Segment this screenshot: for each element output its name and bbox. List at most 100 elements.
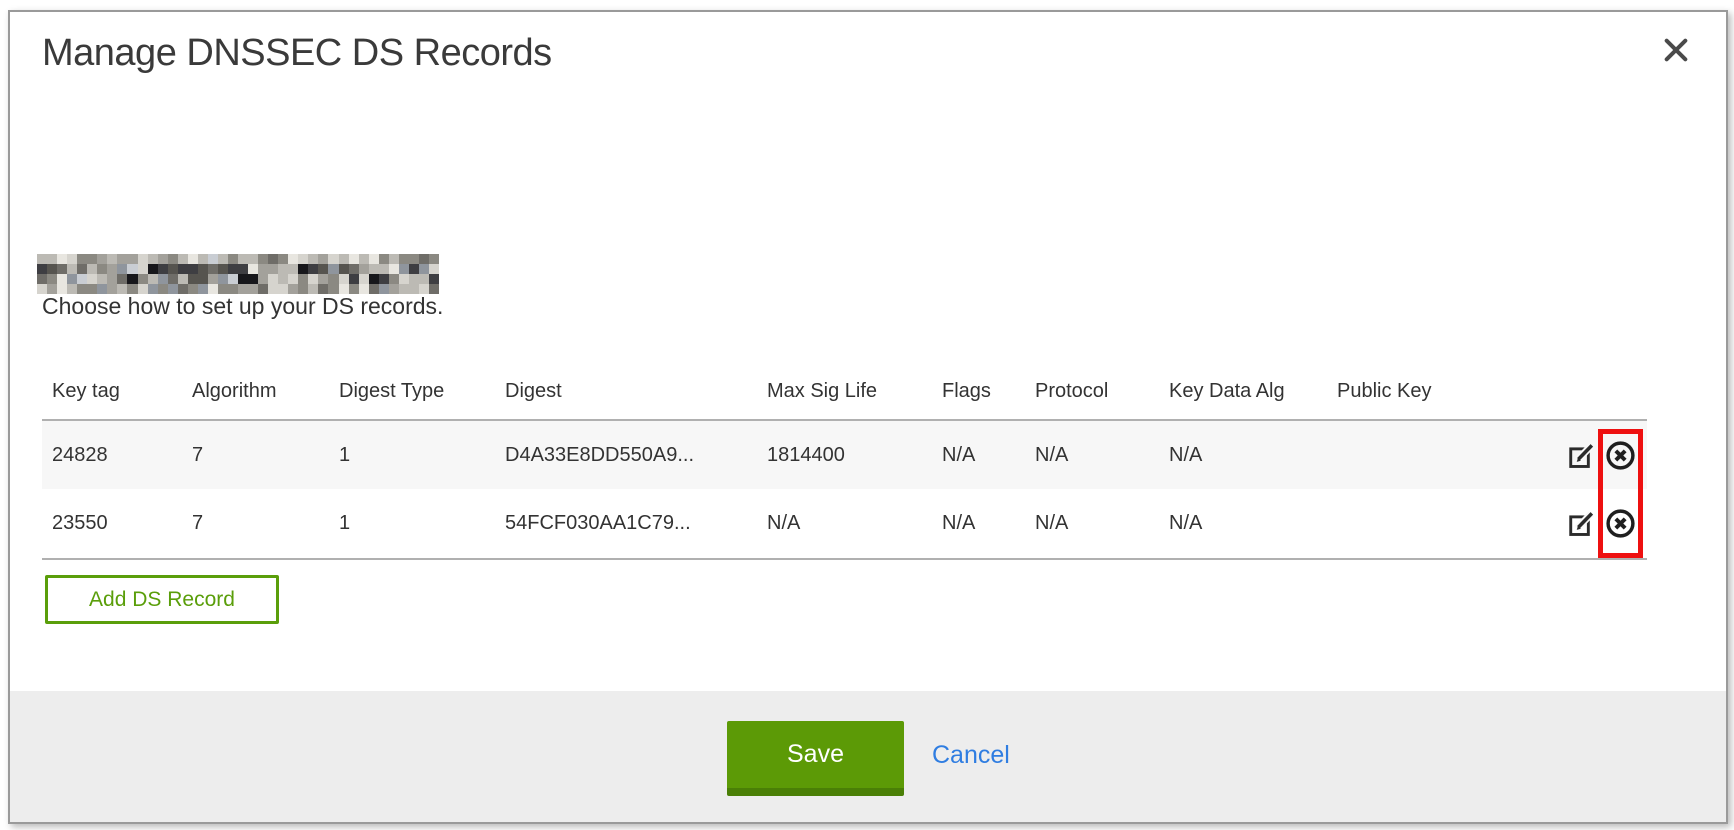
mosaic-pixel bbox=[248, 264, 258, 274]
mosaic-pixel bbox=[339, 264, 349, 274]
mosaic-pixel bbox=[67, 264, 77, 274]
cell-algorithm: 7 bbox=[182, 489, 329, 559]
mosaic-pixel bbox=[258, 264, 268, 274]
row-actions bbox=[1477, 508, 1636, 539]
cell-digest: 54FCF030AA1C79... bbox=[495, 489, 757, 559]
cell-max-sig-life: 1814400 bbox=[757, 420, 932, 489]
mosaic-pixel bbox=[158, 254, 168, 264]
mosaic-pixel bbox=[37, 274, 47, 284]
mosaic-pixel bbox=[47, 274, 57, 284]
mosaic-pixel bbox=[178, 264, 188, 274]
manage-dnssec-modal: Manage DNSSEC DS Records Choose how to s… bbox=[8, 10, 1728, 824]
cell-protocol: N/A bbox=[1025, 420, 1159, 489]
mosaic-pixel bbox=[308, 264, 318, 274]
mosaic-pixel bbox=[238, 264, 248, 274]
mosaic-pixel bbox=[218, 254, 228, 264]
mosaic-pixel bbox=[379, 264, 389, 274]
column-header: Digest Type bbox=[329, 363, 495, 420]
mosaic-pixel bbox=[37, 254, 47, 264]
mosaic-pixel bbox=[359, 254, 369, 264]
mosaic-pixel bbox=[328, 254, 338, 264]
cell-actions bbox=[1477, 489, 1647, 559]
mosaic-pixel bbox=[379, 274, 389, 284]
cancel-link[interactable]: Cancel bbox=[932, 741, 1010, 770]
mosaic-pixel bbox=[138, 264, 148, 274]
mosaic-pixel bbox=[47, 264, 57, 274]
mosaic-pixel bbox=[298, 254, 308, 264]
column-header: Algorithm bbox=[182, 363, 329, 420]
mosaic-pixel bbox=[429, 264, 439, 274]
mosaic-pixel bbox=[188, 254, 198, 264]
mosaic-pixel bbox=[77, 264, 87, 274]
mosaic-pixel bbox=[318, 254, 328, 264]
mosaic-pixel bbox=[117, 254, 127, 264]
column-header: Protocol bbox=[1025, 363, 1159, 420]
cell-digest-type: 1 bbox=[329, 420, 495, 489]
mosaic-pixel bbox=[399, 264, 409, 274]
mosaic-pixel bbox=[399, 254, 409, 264]
mosaic-pixel bbox=[198, 254, 208, 264]
mosaic-pixel bbox=[288, 274, 298, 284]
cell-digest-type: 1 bbox=[329, 489, 495, 559]
mosaic-pixel bbox=[308, 274, 318, 284]
mosaic-pixel bbox=[339, 254, 349, 264]
mosaic-pixel bbox=[178, 254, 188, 264]
mosaic-pixel bbox=[178, 274, 188, 284]
delete-record-icon[interactable] bbox=[1605, 508, 1636, 539]
mosaic-pixel bbox=[117, 264, 127, 274]
mosaic-pixel bbox=[288, 254, 298, 264]
mosaic-pixel bbox=[389, 254, 399, 264]
mosaic-pixel bbox=[127, 254, 137, 264]
mosaic-pixel bbox=[298, 274, 308, 284]
column-header: Key tag bbox=[42, 363, 182, 420]
mosaic-pixel bbox=[158, 274, 168, 284]
mosaic-pixel bbox=[369, 264, 379, 274]
mosaic-pixel bbox=[248, 274, 258, 284]
mosaic-pixel bbox=[67, 274, 77, 284]
mosaic-pixel bbox=[409, 264, 419, 274]
edit-record-icon[interactable] bbox=[1567, 441, 1596, 470]
mosaic-pixel bbox=[349, 264, 359, 274]
ds-records-table: Key tagAlgorithmDigest TypeDigestMax Sig… bbox=[42, 363, 1647, 560]
mosaic-pixel bbox=[328, 264, 338, 274]
cell-key-tag: 23550 bbox=[42, 489, 182, 559]
cell-flags: N/A bbox=[932, 420, 1025, 489]
add-ds-record-button[interactable]: Add DS Record bbox=[45, 575, 279, 624]
mosaic-pixel bbox=[359, 264, 369, 274]
mosaic-pixel bbox=[117, 274, 127, 284]
edit-record-icon[interactable] bbox=[1567, 509, 1596, 538]
mosaic-pixel bbox=[308, 254, 318, 264]
redacted-domain-name bbox=[37, 254, 439, 294]
mosaic-pixel bbox=[228, 264, 238, 274]
delete-record-icon[interactable] bbox=[1605, 440, 1636, 471]
mosaic-pixel bbox=[77, 274, 87, 284]
mosaic-pixel bbox=[107, 254, 117, 264]
instruction-text: Choose how to set up your DS records. bbox=[42, 290, 443, 322]
mosaic-pixel bbox=[77, 254, 87, 264]
mosaic-pixel bbox=[127, 274, 137, 284]
cell-actions bbox=[1477, 420, 1647, 489]
mosaic-pixel bbox=[148, 264, 158, 274]
mosaic-pixel bbox=[148, 274, 158, 284]
mosaic-pixel bbox=[419, 264, 429, 274]
mosaic-pixel bbox=[198, 264, 208, 274]
column-header: Flags bbox=[932, 363, 1025, 420]
close-icon[interactable] bbox=[1658, 32, 1694, 68]
mosaic-pixel bbox=[339, 274, 349, 284]
mosaic-pixel bbox=[328, 274, 338, 284]
cell-key-data-alg: N/A bbox=[1159, 420, 1327, 489]
mosaic-pixel bbox=[208, 274, 218, 284]
mosaic-pixel bbox=[97, 264, 107, 274]
mosaic-pixel bbox=[198, 274, 208, 284]
mosaic-pixel bbox=[238, 254, 248, 264]
mosaic-pixel bbox=[57, 264, 67, 274]
cell-key-tag: 24828 bbox=[42, 420, 182, 489]
cell-key-data-alg: N/A bbox=[1159, 489, 1327, 559]
mosaic-pixel bbox=[57, 254, 67, 264]
cell-protocol: N/A bbox=[1025, 489, 1159, 559]
mosaic-pixel bbox=[359, 274, 369, 284]
mosaic-pixel bbox=[228, 274, 238, 284]
save-button[interactable]: Save bbox=[727, 721, 904, 796]
mosaic-pixel bbox=[168, 274, 178, 284]
mosaic-pixel bbox=[37, 264, 47, 274]
